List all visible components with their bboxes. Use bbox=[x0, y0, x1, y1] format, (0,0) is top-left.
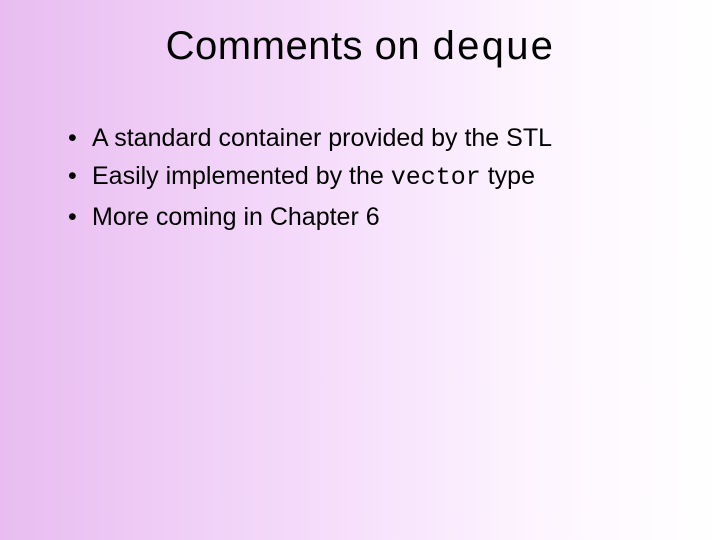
bullet-text: A standard container provided by the STL bbox=[92, 124, 552, 152]
list-item: More coming in Chapter 6 bbox=[64, 199, 680, 235]
bullet-text-pre: Easily implemented by the bbox=[92, 162, 391, 190]
slide: Comments on deque A standard container p… bbox=[0, 0, 720, 540]
bullet-list: A standard container provided by the STL… bbox=[40, 120, 680, 235]
title-prefix: Comments on bbox=[166, 24, 432, 68]
title-code: deque bbox=[432, 27, 555, 72]
list-item: A standard container provided by the STL bbox=[64, 120, 680, 156]
slide-title: Comments on deque bbox=[40, 24, 680, 72]
list-item: Easily implemented by the vector type bbox=[64, 158, 680, 196]
bullet-text-post: type bbox=[481, 162, 535, 190]
bullet-code: vector bbox=[391, 163, 481, 192]
bullet-text: More coming in Chapter 6 bbox=[92, 203, 380, 231]
